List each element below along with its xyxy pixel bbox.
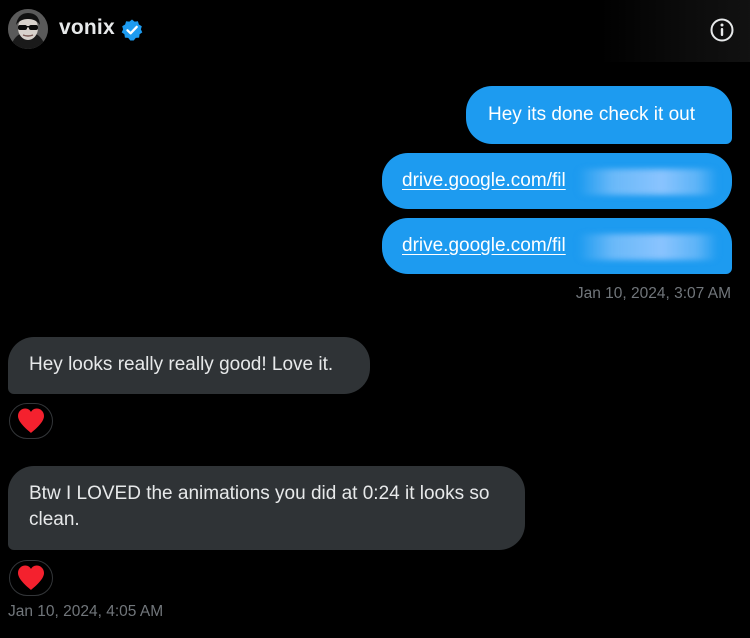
info-icon[interactable] [709,17,735,43]
message-link[interactable]: drive.google.com/fil [402,168,566,194]
reaction-badge[interactable] [9,403,53,439]
reaction-badge[interactable] [9,560,53,596]
redacted-link-blur [578,234,718,260]
received-message[interactable]: Hey looks really really good! Love it. [8,337,370,394]
message-timestamp: Jan 10, 2024, 3:07 AM [575,285,731,302]
message-timestamp: Jan 10, 2024, 4:05 AM [8,603,164,620]
received-message[interactable]: Btw I LOVED the animations you did at 0:… [8,466,525,550]
username[interactable]: vonix [59,16,115,40]
heart-icon [18,565,44,590]
avatar-icon [8,9,48,49]
verified-badge-icon [121,19,143,41]
avatar[interactable] [8,9,48,49]
heart-icon [18,408,44,433]
sent-message[interactable]: Hey its done check it out [466,86,732,144]
message-link[interactable]: drive.google.com/fil [402,233,566,259]
dm-conversation: vonix Hey its done check it out drive.go… [0,0,750,638]
message-text: Btw I LOVED the animations you did at 0:… [29,483,490,530]
message-text: Hey its done check it out [488,104,695,125]
redacted-link-blur [578,169,718,195]
message-text: Hey looks really really good! Love it. [29,354,334,375]
conversation-header: vonix [0,0,750,62]
